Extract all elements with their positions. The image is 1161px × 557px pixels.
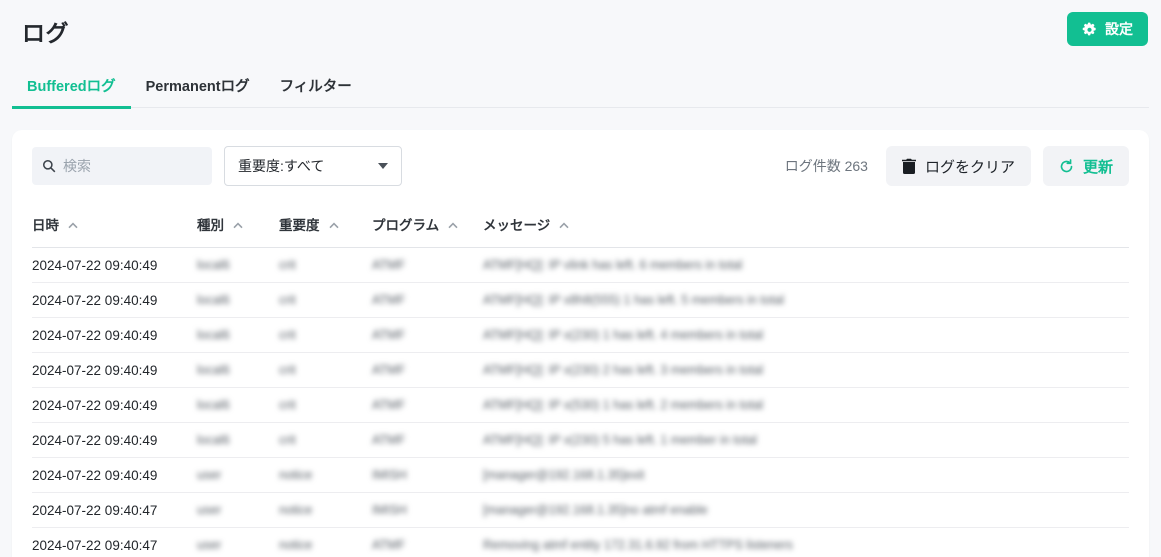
cell-facility: local6	[197, 283, 279, 318]
cell-datetime: 2024-07-22 09:40:49	[32, 353, 197, 388]
sort-asc-icon	[448, 222, 458, 229]
cell-program: IMISH	[372, 458, 483, 493]
cell-program: ATMF	[372, 388, 483, 423]
cell-message: ATMF[HQ]: IP x8h8(555) 1 has left. 5 mem…	[483, 283, 1129, 318]
cell-program: ATMF	[372, 423, 483, 458]
cell-datetime: 2024-07-22 09:40:49	[32, 248, 197, 283]
cell-datetime: 2024-07-22 09:40:49	[32, 283, 197, 318]
cell-facility: user	[197, 528, 279, 557]
severity-filter-value: 重要度:すべて	[238, 156, 324, 176]
sort-asc-icon	[68, 222, 78, 229]
cell-facility: local6	[197, 318, 279, 353]
settings-button[interactable]: 設定	[1067, 12, 1148, 46]
cell-facility: local6	[197, 248, 279, 283]
refresh-button[interactable]: 更新	[1043, 146, 1129, 186]
cell-program: IMISH	[372, 493, 483, 528]
page-title: ログ	[22, 12, 69, 48]
search-icon	[42, 159, 56, 173]
trash-icon	[902, 158, 916, 174]
cell-program: ATMF	[372, 248, 483, 283]
cell-program: ATMF	[372, 283, 483, 318]
cell-message: ATMF[HQ]: IP x(230) 2 has left. 3 member…	[483, 353, 1129, 388]
refresh-label: 更新	[1083, 156, 1113, 177]
tab-bar: Bufferedログ Permanentログ フィルター	[12, 64, 1149, 108]
cell-message: ATMF[HQ]: IP x(230) 1 has left. 4 member…	[483, 318, 1129, 353]
table-row[interactable]: 2024-07-22 09:40:49 local6 crit ATMF ATM…	[32, 318, 1129, 353]
sort-asc-icon	[559, 222, 569, 229]
cell-severity: notice	[279, 458, 372, 493]
severity-filter-select[interactable]: 重要度:すべて	[224, 146, 402, 186]
table-row[interactable]: 2024-07-22 09:40:49 local6 crit ATMF ATM…	[32, 283, 1129, 318]
cell-datetime: 2024-07-22 09:40:47	[32, 528, 197, 557]
chevron-down-icon	[378, 163, 388, 169]
cell-facility: local6	[197, 388, 279, 423]
cell-severity: notice	[279, 528, 372, 557]
tab-filter[interactable]: フィルター	[265, 64, 367, 109]
column-header-message[interactable]: メッセージ	[483, 202, 1129, 248]
search-box[interactable]	[32, 147, 212, 185]
log-table: 日時 種別 重要度 プログラム メッセージ 2024-07-22 09:40:4…	[32, 202, 1129, 557]
tab-permanent-log[interactable]: Permanentログ	[131, 64, 265, 109]
log-panel: 重要度:すべて ログ件数 263 ログをクリア 更新 日時 種別	[12, 130, 1149, 557]
table-row[interactable]: 2024-07-22 09:40:49 local6 crit ATMF ATM…	[32, 423, 1129, 458]
cell-facility: local6	[197, 423, 279, 458]
cell-program: ATMF	[372, 318, 483, 353]
cell-message: ATMF[HQ]: IP x(230) 5 has left. 1 member…	[483, 423, 1129, 458]
toolbar: 重要度:すべて ログ件数 263 ログをクリア 更新	[32, 146, 1129, 186]
cell-datetime: 2024-07-22 09:40:49	[32, 318, 197, 353]
log-count-value: 263	[845, 158, 868, 174]
cell-facility: local6	[197, 353, 279, 388]
column-header-program[interactable]: プログラム	[372, 202, 483, 248]
cell-severity: notice	[279, 493, 372, 528]
cell-program: ATMF	[372, 353, 483, 388]
gear-icon	[1082, 22, 1097, 37]
search-input[interactable]	[63, 158, 202, 174]
clear-logs-label: ログをクリア	[925, 156, 1015, 177]
cell-datetime: 2024-07-22 09:40:49	[32, 388, 197, 423]
table-row[interactable]: 2024-07-22 09:40:49 local6 crit ATMF ATM…	[32, 388, 1129, 423]
page-header: ログ 設定	[0, 0, 1161, 48]
log-count-label: ログ件数	[785, 158, 841, 174]
cell-severity: crit	[279, 318, 372, 353]
cell-severity: crit	[279, 388, 372, 423]
sort-asc-icon	[329, 222, 339, 229]
column-header-facility[interactable]: 種別	[197, 202, 279, 248]
cell-message: ATMF[HQ]: IP x(530) 1 has left. 2 member…	[483, 388, 1129, 423]
column-header-severity[interactable]: 重要度	[279, 202, 372, 248]
clear-logs-button[interactable]: ログをクリア	[886, 146, 1031, 186]
log-table-body: 2024-07-22 09:40:49 local6 crit ATMF ATM…	[32, 248, 1129, 557]
cell-message: [manager@192.168.1.35]exit	[483, 458, 1129, 493]
cell-severity: crit	[279, 353, 372, 388]
settings-button-label: 設定	[1105, 19, 1133, 39]
cell-message: ATMF[HQ]: IP vlink has left. 6 members i…	[483, 248, 1129, 283]
refresh-icon	[1059, 159, 1074, 174]
cell-message: [manager@192.168.1.35]no atmf enable	[483, 493, 1129, 528]
cell-datetime: 2024-07-22 09:40:49	[32, 458, 197, 493]
cell-severity: crit	[279, 283, 372, 318]
cell-facility: user	[197, 493, 279, 528]
sort-asc-icon	[233, 222, 243, 229]
table-header-row: 日時 種別 重要度 プログラム メッセージ	[32, 202, 1129, 248]
log-count: ログ件数 263	[785, 156, 868, 176]
table-row[interactable]: 2024-07-22 09:40:49 local6 crit ATMF ATM…	[32, 248, 1129, 283]
column-header-datetime[interactable]: 日時	[32, 202, 197, 248]
cell-datetime: 2024-07-22 09:40:49	[32, 423, 197, 458]
tab-buffered-log[interactable]: Bufferedログ	[12, 64, 131, 109]
table-row[interactable]: 2024-07-22 09:40:47 user notice IMISH [m…	[32, 493, 1129, 528]
table-row[interactable]: 2024-07-22 09:40:49 user notice IMISH [m…	[32, 458, 1129, 493]
cell-program: ATMF	[372, 528, 483, 557]
table-row[interactable]: 2024-07-22 09:40:47 user notice ATMF Rem…	[32, 528, 1129, 557]
cell-facility: user	[197, 458, 279, 493]
cell-message: Removing atmf entity 172.31.6.92 from HT…	[483, 528, 1129, 557]
cell-datetime: 2024-07-22 09:40:47	[32, 493, 197, 528]
table-row[interactable]: 2024-07-22 09:40:49 local6 crit ATMF ATM…	[32, 353, 1129, 388]
cell-severity: crit	[279, 248, 372, 283]
cell-severity: crit	[279, 423, 372, 458]
